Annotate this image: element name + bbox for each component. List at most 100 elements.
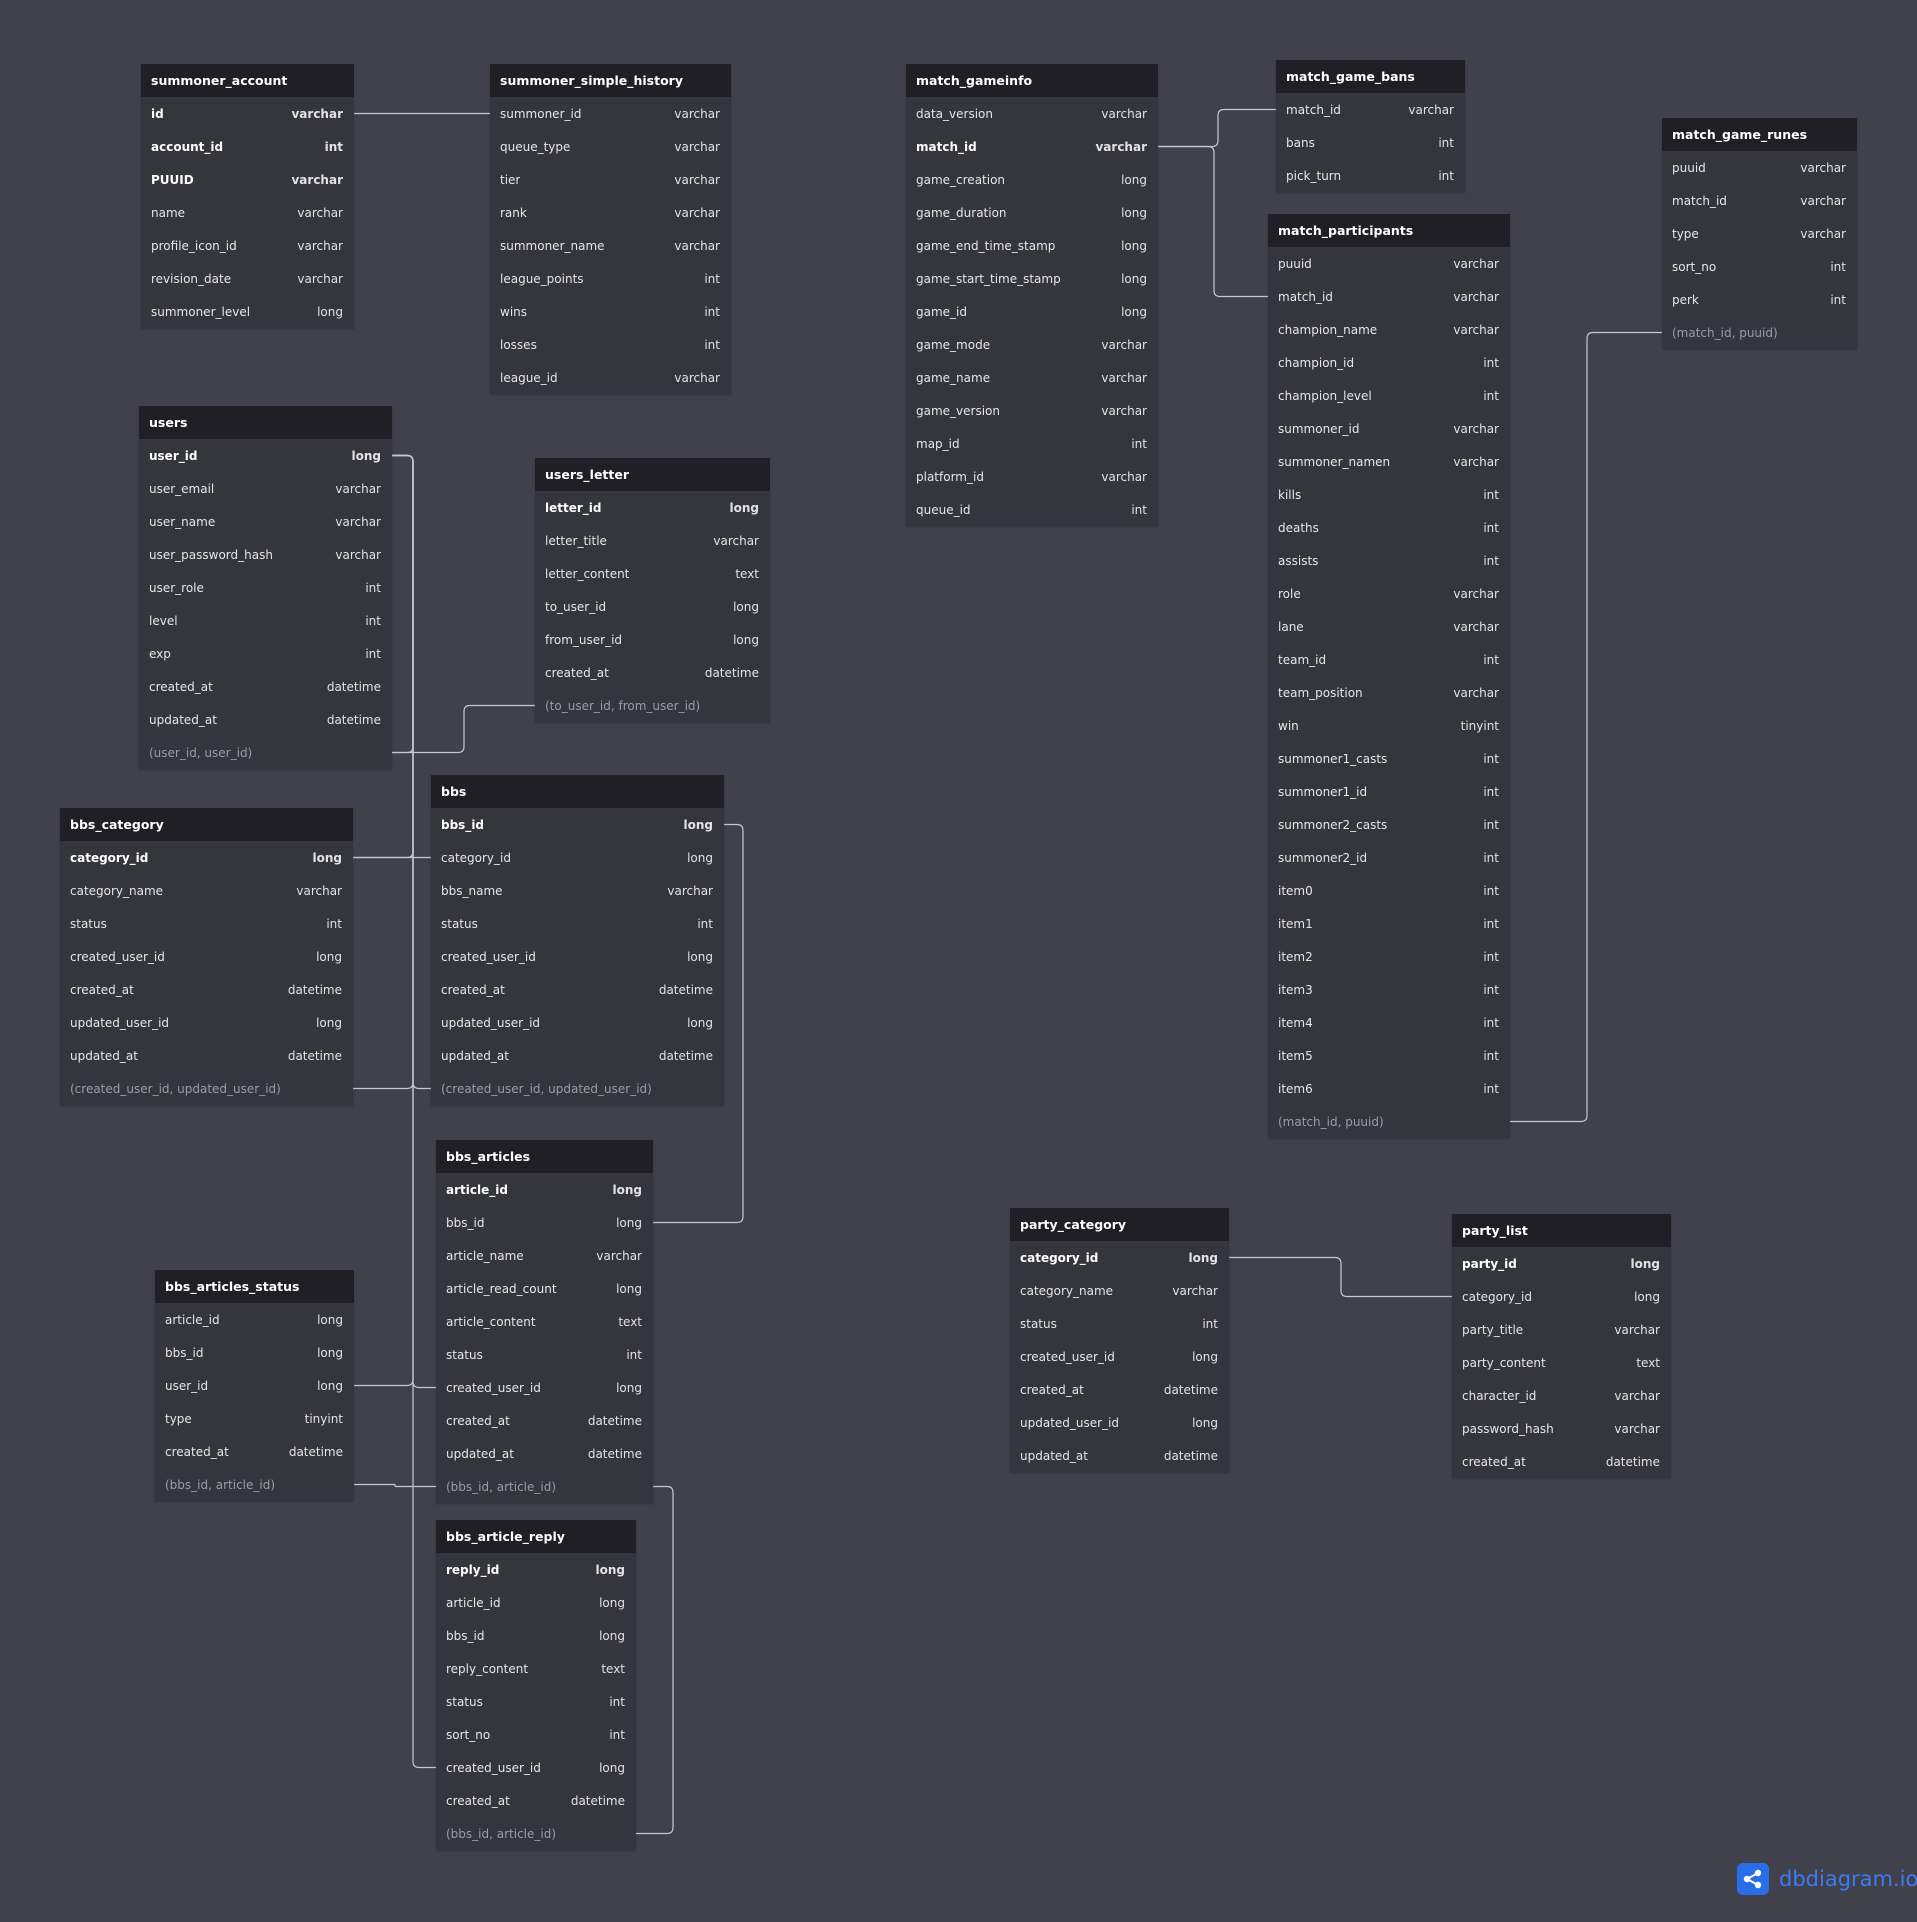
table-header[interactable]: users [139, 406, 392, 439]
table-header[interactable]: match_game_runes [1662, 118, 1857, 151]
field-row[interactable]: article_name varchar [436, 1239, 653, 1272]
field-row[interactable]: sort_no int [1662, 250, 1857, 283]
field-row[interactable]: game_end_time_stamp long [906, 229, 1158, 262]
field-row[interactable]: status int [436, 1685, 636, 1718]
field-row[interactable]: user_password_hash varchar [139, 538, 392, 571]
field-row[interactable]: bans int [1276, 126, 1465, 159]
field-row[interactable]: created_at datetime [139, 670, 392, 703]
table-bbs-articles[interactable]: bbs_articles article_id long bbs_id long arti… [436, 1140, 653, 1503]
field-row[interactable]: user_role int [139, 571, 392, 604]
table-summoner-simple-history[interactable]: summoner_simple_history summoner_id varcha… [490, 64, 731, 394]
field-row[interactable]: category_id long [1452, 1280, 1671, 1313]
field-row[interactable]: kills int [1268, 478, 1510, 511]
field-row[interactable]: updated_user_id long [60, 1006, 353, 1039]
field-row[interactable]: game_name varchar [906, 361, 1158, 394]
field-row[interactable]: summoner1_casts int [1268, 742, 1510, 775]
field-row[interactable]: password_hash varchar [1452, 1412, 1671, 1445]
field-row[interactable]: created_user_id long [60, 940, 353, 973]
field-row[interactable]: exp int [139, 637, 392, 670]
field-row[interactable]: id varchar [141, 97, 354, 130]
field-row[interactable]: reply_content text [436, 1652, 636, 1685]
field-row[interactable]: platform_id varchar [906, 460, 1158, 493]
table-header[interactable]: summoner_account [141, 64, 354, 97]
field-row[interactable]: user_name varchar [139, 505, 392, 538]
field-row[interactable]: type tinyint [155, 1402, 354, 1435]
field-row[interactable]: status int [436, 1338, 653, 1371]
field-row[interactable]: item1 int [1268, 907, 1510, 940]
relationship-line[interactable] [392, 454, 436, 1389]
field-row[interactable]: updated_at datetime [1010, 1439, 1229, 1472]
brand-badge[interactable]: dbdiagram.io [1737, 1862, 1917, 1896]
field-row[interactable]: champion_name varchar [1268, 313, 1510, 346]
field-row[interactable]: game_start_time_stamp long [906, 262, 1158, 295]
field-row[interactable]: category_id long [431, 841, 724, 874]
table-bbs[interactable]: bbs bbs_id long category_id long bbs_name varc… [431, 775, 724, 1105]
field-row[interactable]: party_id long [1452, 1247, 1671, 1280]
field-row[interactable]: summoner_id varchar [1268, 412, 1510, 445]
field-row[interactable]: pick_turn int [1276, 159, 1465, 192]
field-row[interactable]: role varchar [1268, 577, 1510, 610]
field-row[interactable]: updated_at datetime [139, 703, 392, 736]
field-row[interactable]: puuid varchar [1268, 247, 1510, 280]
field-row[interactable]: summoner_name varchar [490, 229, 731, 262]
field-row[interactable]: summoner_id varchar [490, 97, 731, 130]
field-row[interactable]: league_points int [490, 262, 731, 295]
field-row[interactable]: revision_date varchar [141, 262, 354, 295]
field-row[interactable]: reply_id long [436, 1553, 636, 1586]
field-row[interactable]: bbs_id long [155, 1336, 354, 1369]
table-header[interactable]: bbs_category [60, 808, 353, 841]
field-row[interactable]: queue_type varchar [490, 130, 731, 163]
field-row[interactable]: party_title varchar [1452, 1313, 1671, 1346]
field-row[interactable]: category_id long [1010, 1241, 1229, 1274]
field-row[interactable]: perk int [1662, 283, 1857, 316]
field-row[interactable]: created_at datetime [436, 1784, 636, 1817]
field-row[interactable]: item6 int [1268, 1072, 1510, 1105]
index-row[interactable]: (to_user_id, from_user_id) [535, 689, 770, 722]
field-row[interactable]: lane varchar [1268, 610, 1510, 643]
field-row[interactable]: summoner_namen varchar [1268, 445, 1510, 478]
field-row[interactable]: summoner1_id int [1268, 775, 1510, 808]
field-row[interactable]: game_creation long [906, 163, 1158, 196]
field-row[interactable]: user_email varchar [139, 472, 392, 505]
field-row[interactable]: created_at datetime [431, 973, 724, 1006]
index-row[interactable]: (bbs_id, article_id) [436, 1817, 636, 1850]
field-row[interactable]: user_id long [155, 1369, 354, 1402]
table-match-game-runes[interactable]: match_game_runes puuid varchar match_id varc… [1662, 118, 1857, 349]
relationship-line[interactable] [1158, 145, 1268, 298]
table-party-list[interactable]: party_list party_id long category_id long par… [1452, 1214, 1671, 1478]
field-row[interactable]: game_duration long [906, 196, 1158, 229]
field-row[interactable]: game_mode varchar [906, 328, 1158, 361]
index-row[interactable]: (bbs_id, article_id) [436, 1470, 653, 1503]
field-row[interactable]: bbs_name varchar [431, 874, 724, 907]
index-row[interactable]: (created_user_id, updated_user_id) [60, 1072, 353, 1105]
index-row[interactable]: (match_id, puuid) [1662, 316, 1857, 349]
table-party-category[interactable]: party_category category_id long category_na… [1010, 1208, 1229, 1472]
relationship-line[interactable] [636, 1485, 674, 1835]
field-row[interactable]: updated_at datetime [431, 1039, 724, 1072]
field-row[interactable]: item2 int [1268, 940, 1510, 973]
field-row[interactable]: tier varchar [490, 163, 731, 196]
field-row[interactable]: match_id varchar [1268, 280, 1510, 313]
table-header[interactable]: match_participants [1268, 214, 1510, 247]
field-row[interactable]: updated_user_id long [1010, 1406, 1229, 1439]
relationship-line[interactable] [392, 454, 431, 1090]
field-row[interactable]: character_id varchar [1452, 1379, 1671, 1412]
diagram-canvas[interactable]: summoner_account id varchar account_id int PU… [0, 0, 1917, 1922]
field-row[interactable]: category_name varchar [1010, 1274, 1229, 1307]
table-header[interactable]: match_gameinfo [906, 64, 1158, 97]
field-row[interactable]: created_user_id long [1010, 1340, 1229, 1373]
field-row[interactable]: created_at datetime [1452, 1445, 1671, 1478]
field-row[interactable]: summoner2_casts int [1268, 808, 1510, 841]
field-row[interactable]: letter_title varchar [535, 524, 770, 557]
field-row[interactable]: user_id long [139, 439, 392, 472]
table-header[interactable]: match_game_bans [1276, 60, 1465, 93]
relationship-line[interactable] [1510, 331, 1662, 1123]
field-row[interactable]: bbs_id long [431, 808, 724, 841]
index-row[interactable]: (created_user_id, updated_user_id) [431, 1072, 724, 1105]
field-row[interactable]: summoner_level long [141, 295, 354, 328]
field-row[interactable]: created_at datetime [436, 1404, 653, 1437]
field-row[interactable]: data_version varchar [906, 97, 1158, 130]
field-row[interactable]: to_user_id long [535, 590, 770, 623]
field-row[interactable]: status int [1010, 1307, 1229, 1340]
index-row[interactable]: (bbs_id, article_id) [155, 1468, 354, 1501]
